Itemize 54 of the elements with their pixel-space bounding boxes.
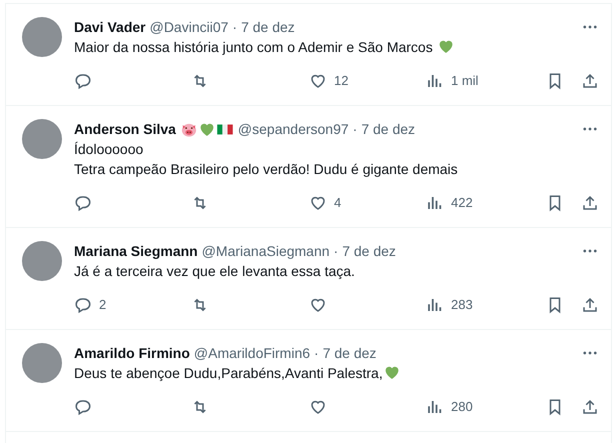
share-icon xyxy=(581,296,599,314)
post-text: Deus te abençoe Dudu,Parabéns,Avanti Palestra, xyxy=(74,363,599,383)
post-date[interactable]: 7 de dez xyxy=(322,343,376,363)
reply-icon xyxy=(74,194,92,212)
reply-icon xyxy=(74,72,92,90)
heart-emoji-icon xyxy=(382,364,401,381)
separator-dot: · xyxy=(314,344,319,363)
share-icon xyxy=(581,398,599,416)
user-handle[interactable]: @AmarildoFirmin6 xyxy=(194,343,310,363)
post-date[interactable]: 7 de dez xyxy=(342,241,396,261)
share-button[interactable] xyxy=(581,72,599,90)
share-icon xyxy=(581,72,599,90)
like-button[interactable]: 4 xyxy=(309,193,426,213)
separator-dot: · xyxy=(232,18,238,37)
user-name[interactable]: Anderson Silva xyxy=(74,119,176,139)
share-button[interactable] xyxy=(581,296,599,314)
reply-icon xyxy=(74,398,92,416)
avatar-photo-placeholder[interactable] xyxy=(22,17,62,57)
post-text: Ídoloooooo xyxy=(74,140,144,159)
post-text: Maior da nossa história junto com o Ademir e São Marcos xyxy=(74,37,599,57)
user-handle[interactable]: @sepanderson97 xyxy=(238,119,349,139)
separator-dot: · xyxy=(352,120,358,139)
user-name[interactable]: Amarildo Firmino xyxy=(74,343,190,363)
reply-button[interactable]: 2 xyxy=(74,295,191,315)
avatar-photo-placeholder[interactable] xyxy=(22,343,62,383)
heart-icon xyxy=(309,72,327,90)
bar-chart-icon xyxy=(426,72,444,90)
heart-icon xyxy=(309,194,327,212)
user-handle[interactable]: @MarianaSiegmann xyxy=(202,241,330,261)
post-date[interactable]: 7 de dez xyxy=(241,17,295,37)
heart-icon xyxy=(309,296,327,314)
bar-chart-icon xyxy=(426,398,444,416)
user-name[interactable]: Davi Vader xyxy=(74,17,146,37)
share-button[interactable] xyxy=(581,194,599,212)
like-button[interactable]: 12 xyxy=(309,71,426,91)
user-name[interactable]: Mariana Siegmann xyxy=(74,241,198,261)
share-icon xyxy=(581,194,599,212)
bar-chart-icon xyxy=(426,296,444,314)
views-button[interactable]: 1 mil xyxy=(426,71,526,91)
separator-dot: · xyxy=(334,242,338,261)
post-date[interactable]: 7 de dez xyxy=(361,119,416,139)
user-handle[interactable]: @Davincii07 xyxy=(150,17,228,37)
share-button[interactable] xyxy=(581,398,599,416)
post-text: Tetra campeão Brasileiro pelo verdão! Dudu é gigante demais xyxy=(74,160,459,179)
avatar-photo-placeholder[interactable] xyxy=(22,119,62,159)
views-button[interactable]: 422 xyxy=(426,193,526,213)
views-button[interactable]: 280 xyxy=(426,397,526,417)
heart-emoji-icon xyxy=(436,38,455,55)
views-button[interactable]: 283 xyxy=(426,295,526,315)
avatar-photo-placeholder[interactable] xyxy=(22,241,62,281)
reply-icon xyxy=(74,296,92,314)
heart-icon xyxy=(309,398,327,416)
bar-chart-icon xyxy=(426,194,444,212)
post-text: Já é a terceira vez que ele levanta essa taça. xyxy=(74,262,356,281)
